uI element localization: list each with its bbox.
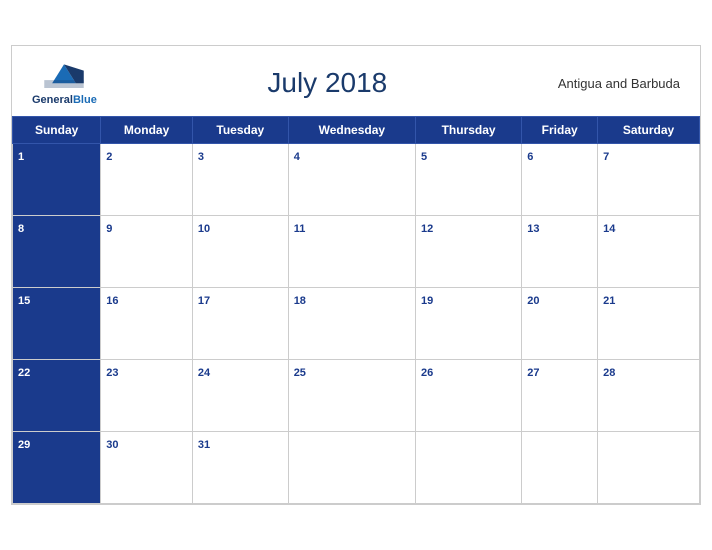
calendar-cell: 5 bbox=[415, 144, 521, 216]
calendar-cell: 20 bbox=[522, 288, 598, 360]
calendar-cell: 1 bbox=[13, 144, 101, 216]
calendar-cell: 6 bbox=[522, 144, 598, 216]
calendar-cell: 17 bbox=[192, 288, 288, 360]
date-number: 12 bbox=[421, 223, 433, 235]
calendar-cell: 9 bbox=[101, 216, 193, 288]
calendar-cell: 10 bbox=[192, 216, 288, 288]
date-number: 21 bbox=[603, 295, 615, 307]
calendar-cell: 13 bbox=[522, 216, 598, 288]
date-number: 26 bbox=[421, 367, 433, 379]
calendar-cell: 2 bbox=[101, 144, 193, 216]
calendar-cell: 18 bbox=[288, 288, 415, 360]
date-number: 3 bbox=[198, 151, 204, 163]
calendar-cell: 31 bbox=[192, 432, 288, 504]
calendar-week-row: 22 23 24 25 26 27 28 bbox=[13, 360, 700, 432]
date-number: 31 bbox=[198, 439, 210, 451]
header-monday: Monday bbox=[101, 117, 193, 144]
logo-area: GeneralBlue bbox=[32, 58, 97, 108]
date-number: 24 bbox=[198, 367, 210, 379]
header-saturday: Saturday bbox=[598, 117, 700, 144]
date-number: 19 bbox=[421, 295, 433, 307]
header-tuesday: Tuesday bbox=[192, 117, 288, 144]
calendar-cell: 24 bbox=[192, 360, 288, 432]
date-number: 29 bbox=[18, 439, 30, 451]
date-number: 20 bbox=[527, 295, 539, 307]
header-thursday: Thursday bbox=[415, 117, 521, 144]
calendar-week-row: 1 2 3 4 5 6 7 bbox=[13, 144, 700, 216]
date-number: 15 bbox=[18, 295, 30, 307]
date-number: 23 bbox=[106, 367, 118, 379]
date-number: 9 bbox=[106, 223, 112, 235]
date-number: 25 bbox=[294, 367, 306, 379]
date-number: 22 bbox=[18, 367, 30, 379]
calendar-cell: 8 bbox=[13, 216, 101, 288]
calendar-cell: 27 bbox=[522, 360, 598, 432]
date-number: 13 bbox=[527, 223, 539, 235]
date-number: 27 bbox=[527, 367, 539, 379]
date-number: 11 bbox=[294, 223, 306, 235]
calendar-header: GeneralBlue July 2018 Antigua and Barbud… bbox=[12, 46, 700, 116]
header-sunday: Sunday bbox=[13, 117, 101, 144]
header-wednesday: Wednesday bbox=[288, 117, 415, 144]
calendar-cell bbox=[288, 432, 415, 504]
calendar-cell: 16 bbox=[101, 288, 193, 360]
date-number: 5 bbox=[421, 151, 427, 163]
date-number: 30 bbox=[106, 439, 118, 451]
generalblue-logo-icon bbox=[44, 58, 84, 88]
calendar-cell bbox=[598, 432, 700, 504]
date-number: 6 bbox=[527, 151, 533, 163]
calendar-week-row: 29 30 31 bbox=[13, 432, 700, 504]
date-number: 16 bbox=[106, 295, 118, 307]
calendar-cell: 4 bbox=[288, 144, 415, 216]
country-name: Antigua and Barbuda bbox=[558, 76, 680, 91]
calendar-week-row: 8 9 10 11 12 13 14 bbox=[13, 216, 700, 288]
calendar-week-row: 15 16 17 18 19 20 21 bbox=[13, 288, 700, 360]
date-number: 14 bbox=[603, 223, 615, 235]
header-friday: Friday bbox=[522, 117, 598, 144]
date-number: 7 bbox=[603, 151, 609, 163]
calendar-cell: 3 bbox=[192, 144, 288, 216]
calendar-cell bbox=[522, 432, 598, 504]
calendar-table: Sunday Monday Tuesday Wednesday Thursday… bbox=[12, 116, 700, 504]
calendar-cell: 29 bbox=[13, 432, 101, 504]
calendar-cell: 15 bbox=[13, 288, 101, 360]
date-number: 8 bbox=[18, 223, 24, 235]
date-number: 17 bbox=[198, 295, 210, 307]
calendar-cell: 14 bbox=[598, 216, 700, 288]
date-number: 4 bbox=[294, 151, 300, 163]
calendar-cell: 11 bbox=[288, 216, 415, 288]
days-header-row: Sunday Monday Tuesday Wednesday Thursday… bbox=[13, 117, 700, 144]
calendar-cell: 19 bbox=[415, 288, 521, 360]
date-number: 10 bbox=[198, 223, 210, 235]
calendar-cell: 28 bbox=[598, 360, 700, 432]
calendar-cell: 12 bbox=[415, 216, 521, 288]
date-number: 2 bbox=[106, 151, 112, 163]
calendar-cell bbox=[415, 432, 521, 504]
calendar-cell: 30 bbox=[101, 432, 193, 504]
calendar-cell: 26 bbox=[415, 360, 521, 432]
calendar-cell: 25 bbox=[288, 360, 415, 432]
date-number: 28 bbox=[603, 367, 615, 379]
calendar-container: GeneralBlue July 2018 Antigua and Barbud… bbox=[11, 45, 701, 505]
calendar-cell: 22 bbox=[13, 360, 101, 432]
date-number: 1 bbox=[18, 151, 24, 163]
date-number: 18 bbox=[294, 295, 306, 307]
logo-general-text: GeneralBlue bbox=[32, 90, 97, 108]
calendar-cell: 23 bbox=[101, 360, 193, 432]
calendar-cell: 21 bbox=[598, 288, 700, 360]
calendar-title: July 2018 bbox=[267, 67, 387, 99]
calendar-cell: 7 bbox=[598, 144, 700, 216]
